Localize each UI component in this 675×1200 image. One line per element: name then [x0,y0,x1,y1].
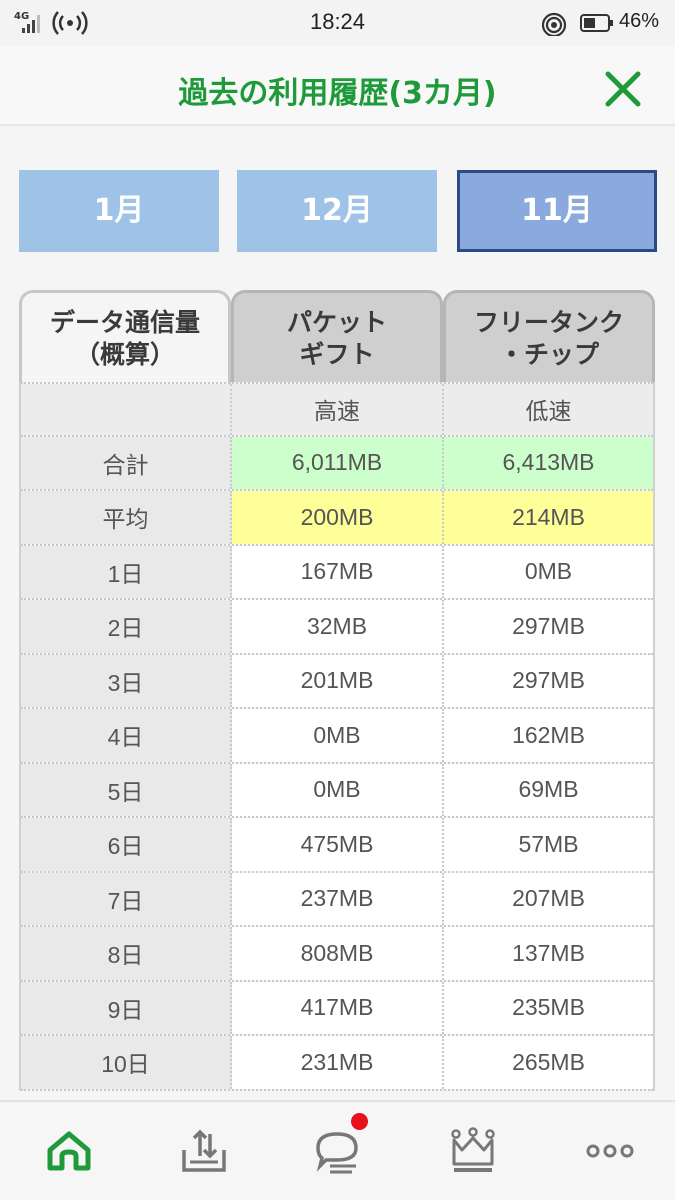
month-tab-nov[interactable]: 11月 [457,170,657,252]
close-icon[interactable] [600,66,646,112]
day-label: 6日 [21,818,232,871]
battery-percent: 46% [618,10,659,32]
row-label: 合計 [21,436,232,489]
low-value: 137MB [444,927,653,980]
total-row: 合計 6,011MB 6,413MB [21,436,653,491]
tab-label: ・チップ [498,340,599,369]
table-row: 6日 475MB 57MB [21,818,653,873]
page-header: 過去の利用履歴(3カ月) [0,46,675,126]
tab-label: データ通信量 [49,308,200,337]
average-row: 平均 200MB 214MB [21,491,653,546]
high-value: 237MB [232,872,444,925]
day-label: 8日 [21,927,232,980]
high-value: 0MB [232,709,444,762]
low-value: 265MB [444,1036,653,1089]
average-low: 214MB [444,491,653,544]
battery-icon [580,14,613,32]
tab-label: （概算） [74,340,175,369]
wifi-icon [541,12,567,36]
row-label: 平均 [21,491,232,544]
chat-icon[interactable] [312,1126,362,1176]
day-label: 9日 [21,981,232,1034]
table-row: 7日 237MB 207MB [21,872,653,927]
table-row: 5日 0MB 69MB [21,763,653,818]
day-label: 7日 [21,872,232,925]
home-icon[interactable] [44,1126,94,1176]
status-bar: 4G 18:24 46% [0,0,675,46]
table-row: 9日 417MB 235MB [21,981,653,1036]
total-low: 6,413MB [444,436,653,489]
average-high: 200MB [232,491,444,544]
tab-label: フリータンク [473,308,624,337]
low-value: 207MB [444,872,653,925]
table-row: 4日 0MB 162MB [21,709,653,764]
table-row: 8日 808MB 137MB [21,927,653,982]
table-header-high-speed: 高速 [232,384,444,435]
notification-badge [351,1113,368,1130]
high-value: 808MB [232,927,444,980]
bottom-nav [0,1100,675,1200]
day-label: 10日 [21,1036,232,1089]
high-value: 0MB [232,763,444,816]
high-value: 231MB [232,1036,444,1089]
low-value: 297MB [444,600,653,653]
day-label: 1日 [21,545,232,598]
high-value: 417MB [232,981,444,1034]
table-row: 2日 32MB 297MB [21,600,653,655]
tab-packet-gift[interactable]: パケット ギフト [231,290,443,382]
high-value: 32MB [232,600,444,653]
clock: 18:24 [309,9,366,34]
usage-table: 高速 低速 合計 6,011MB 6,413MB 平均 200MB 214MB … [19,382,655,1091]
page-title: 過去の利用履歴(3カ月) [178,76,497,111]
table-row: 3日 201MB 297MB [21,654,653,709]
day-label: 5日 [21,763,232,816]
table-header-low-speed: 低速 [444,384,653,435]
more-icon[interactable] [585,1126,635,1176]
upload-icon[interactable] [180,1126,230,1176]
day-label: 2日 [21,600,232,653]
low-value: 57MB [444,818,653,871]
table-header-row: 高速 低速 [21,382,653,437]
low-value: 235MB [444,981,653,1034]
crown-icon[interactable] [448,1126,498,1176]
high-value: 167MB [232,545,444,598]
table-header-cell [21,384,232,435]
high-value: 201MB [232,654,444,707]
high-value: 475MB [232,818,444,871]
low-value: 0MB [444,545,653,598]
low-value: 69MB [444,763,653,816]
tab-label: パケット [286,308,387,337]
table-row: 1日 167MB 0MB [21,545,653,600]
tab-label: ギフト [299,340,375,369]
day-label: 4日 [21,709,232,762]
low-value: 297MB [444,654,653,707]
month-tab-dec[interactable]: 12月 [237,170,437,252]
tab-free-tank[interactable]: フリータンク ・チップ [443,290,655,382]
low-value: 162MB [444,709,653,762]
day-label: 3日 [21,654,232,707]
table-row: 10日 231MB 265MB [21,1036,653,1091]
tab-data-usage[interactable]: データ通信量 （概算） [19,290,231,386]
month-tab-jan[interactable]: 1月 [19,170,219,252]
total-high: 6,011MB [232,436,444,489]
